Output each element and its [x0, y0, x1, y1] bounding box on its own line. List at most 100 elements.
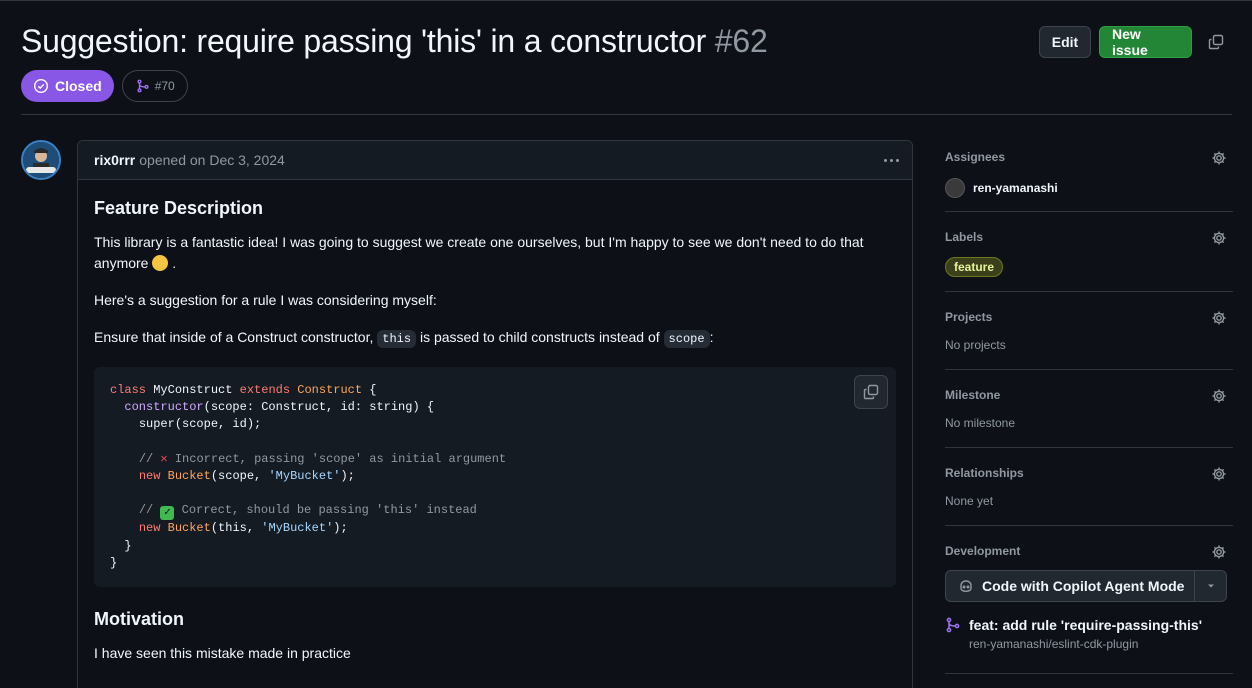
- feature-description-heading: Feature Description: [94, 198, 264, 218]
- code-token: (scope: Construct, id: string) {: [203, 400, 435, 415]
- projects-value: No projects: [945, 338, 1006, 352]
- comment-options-icon[interactable]: [880, 149, 902, 171]
- paragraph-suggestion: Here's a suggestion for a rule I was con…: [94, 292, 437, 308]
- code-token: Bucket: [167, 469, 211, 484]
- comment-meta: opened on Dec 3, 2024: [139, 152, 285, 168]
- assignees-title: Assignees: [945, 150, 1006, 164]
- linked-pr-number: #70: [154, 79, 175, 93]
- paragraph-rule-pre: Ensure that inside of a Construct constr…: [94, 329, 374, 345]
- issue-state-row: Closed #70: [21, 70, 188, 102]
- state-label: Closed: [55, 78, 102, 94]
- new-issue-button[interactable]: New issue: [1099, 26, 1192, 58]
- issue-title: Suggestion: require passing 'this' in a …: [21, 23, 768, 60]
- code-token: Construct: [297, 383, 363, 397]
- inline-code-this: this: [377, 330, 417, 348]
- labels-title: Labels: [945, 230, 984, 244]
- chevron-down-icon[interactable]: [1194, 571, 1226, 601]
- code-token: //: [138, 503, 154, 518]
- projects-title: Projects: [945, 310, 993, 324]
- copilot-label: Code with Copilot Agent Mode: [982, 578, 1185, 594]
- projects-gear-icon[interactable]: [1211, 310, 1227, 326]
- development-gear-icon[interactable]: [1211, 544, 1227, 560]
- header-actions: Edit New issue: [1039, 26, 1232, 58]
- projects-section: Projects No projects: [945, 292, 1233, 370]
- git-merge-icon: [945, 617, 961, 633]
- labels-gear-icon[interactable]: [1211, 230, 1227, 246]
- code-token: }: [110, 555, 118, 570]
- code-token: );: [333, 521, 348, 536]
- code-token: 'MyBucket': [261, 521, 334, 536]
- assignee-avatar: [945, 178, 965, 198]
- comment-header: rix0rrr opened on Dec 3, 2024: [78, 141, 912, 180]
- paragraph-intro: This library is a fantastic idea! I was …: [94, 232, 896, 274]
- code-token: Correct, should be passing 'this' instea…: [181, 503, 477, 518]
- code-token: new: [138, 521, 161, 536]
- relationships-gear-icon[interactable]: [1211, 466, 1227, 482]
- code-block: class MyConstruct extends Construct { co…: [94, 367, 896, 588]
- label-feature[interactable]: feature: [945, 257, 1004, 277]
- relationships-value: None yet: [945, 494, 994, 508]
- code-token: (scope,: [210, 469, 262, 484]
- paragraph-intro-text: This library is a fantastic idea! I was …: [94, 234, 864, 271]
- edit-button[interactable]: Edit: [1039, 26, 1091, 58]
- code-token: //: [138, 451, 154, 466]
- linked-branch[interactable]: feat: add rule 'require-passing-this' re…: [945, 616, 1202, 651]
- paragraph-rule-mid: is passed to child constructs instead of: [419, 329, 660, 345]
- motivation-heading: Motivation: [94, 609, 184, 630]
- code-token: {: [369, 383, 377, 397]
- copy-code-icon[interactable]: [854, 375, 888, 409]
- milestone-value: No milestone: [945, 416, 1016, 430]
- linked-pr-chip[interactable]: #70: [121, 70, 188, 102]
- smirk-emoji-icon: [152, 255, 169, 271]
- code-token: extends: [239, 383, 291, 397]
- assignee-name: ren-yamanashi: [973, 181, 1058, 195]
- issue-page: Suggestion: require passing 'this' in a …: [0, 0, 1252, 688]
- code-token: }: [124, 538, 132, 553]
- milestone-gear-icon[interactable]: [1211, 388, 1227, 404]
- issue-comment: rix0rrr opened on Dec 3, 2024 Feature De…: [77, 140, 913, 688]
- code-token: Incorrect, passing 'scope' as initial ar…: [174, 451, 507, 466]
- development-section: Development Code with Copilot Agent Mode: [945, 526, 1233, 674]
- code-token: class: [110, 383, 147, 397]
- paragraph-motivation: I have seen this mistake made in practic…: [94, 645, 351, 662]
- copilot-main-button[interactable]: Code with Copilot Agent Mode: [946, 571, 1194, 601]
- issue-number: #62: [714, 23, 768, 59]
- issue-header: Suggestion: require passing 'this' in a …: [21, 23, 1232, 63]
- labels-list: feature: [945, 257, 1004, 277]
- git-merge-icon: [136, 79, 150, 93]
- inline-code-scope: scope: [663, 330, 710, 348]
- labels-section: Labels feature: [945, 212, 1233, 292]
- issue-sidebar: Assignees ren-yamanashi Labels feature P…: [945, 140, 1233, 674]
- assignees-gear-icon[interactable]: [1211, 150, 1227, 166]
- header-divider: [21, 114, 1232, 115]
- linked-branch-title[interactable]: feat: add rule 'require-passing-this': [969, 616, 1202, 634]
- comment-body: Feature Description This library is a fa…: [78, 180, 912, 688]
- check-circle-icon: [33, 78, 49, 94]
- comment-author[interactable]: rix0rrr: [94, 152, 135, 168]
- milestone-section: Milestone No milestone: [945, 370, 1233, 448]
- copilot-icon: [958, 578, 974, 594]
- code-token: new: [138, 469, 161, 484]
- relationships-section: Relationships None yet: [945, 448, 1233, 526]
- code-token: constructor: [124, 400, 204, 415]
- author-avatar[interactable]: [21, 140, 61, 180]
- closed-state-badge: Closed: [21, 70, 114, 102]
- paragraph-rule-end: :: [709, 329, 714, 345]
- assignees-section: Assignees ren-yamanashi: [945, 140, 1233, 212]
- assignee-item[interactable]: ren-yamanashi: [945, 178, 1058, 198]
- cross-mark-emoji-icon: ✕: [160, 451, 168, 466]
- copy-link-icon[interactable]: [1200, 26, 1232, 58]
- linked-branch-repo: ren-yamanashi/eslint-cdk-plugin: [969, 637, 1139, 651]
- code-token: super(scope, id);: [138, 417, 262, 432]
- code-token: (this,: [210, 521, 255, 536]
- code-token: Bucket: [167, 521, 211, 536]
- relationships-title: Relationships: [945, 466, 1024, 480]
- code-token: );: [340, 469, 355, 484]
- code-token: MyConstruct: [153, 383, 233, 397]
- development-title: Development: [945, 544, 1021, 558]
- issue-title-text: Suggestion: require passing 'this' in a …: [21, 23, 707, 59]
- milestone-title: Milestone: [945, 388, 1001, 402]
- paragraph-intro-end: .: [172, 255, 177, 271]
- copilot-agent-button: Code with Copilot Agent Mode: [945, 570, 1227, 602]
- check-mark-emoji-icon: ✓: [160, 506, 175, 521]
